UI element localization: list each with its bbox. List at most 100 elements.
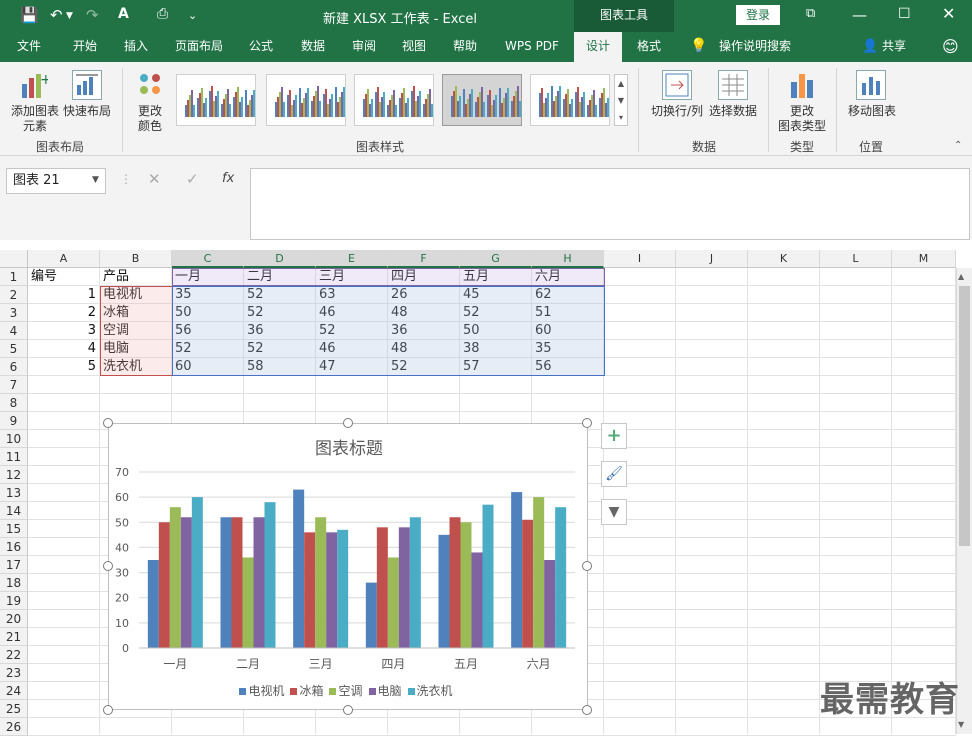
tab-design[interactable]: 设计 (574, 32, 622, 62)
legend-item[interactable]: 洗衣机 (407, 684, 453, 698)
row-header[interactable]: 18 (0, 574, 28, 592)
ribbon-display-icon[interactable]: ⧉ (806, 6, 815, 21)
column-header-h[interactable]: H (532, 250, 604, 268)
styles-scroll-icon[interactable]: ▲ ▼ ▾ (614, 74, 628, 126)
insert-function-icon[interactable]: fx (222, 171, 234, 186)
close-icon[interactable]: ✕ (942, 4, 955, 23)
smiley-icon[interactable]: 😊 (942, 37, 959, 56)
formula-input[interactable] (250, 168, 970, 240)
chart-elements-plus-icon[interactable]: + (601, 423, 627, 449)
legend-item[interactable]: 电脑 (368, 684, 402, 698)
column-header-m[interactable]: M (892, 250, 956, 268)
legend-item[interactable]: 冰箱 (290, 684, 323, 698)
scroll-down-icon[interactable]: ▼ (958, 720, 964, 729)
chart-style-2[interactable] (266, 74, 346, 126)
tab-insert[interactable]: 插入 (112, 32, 160, 62)
undo-icon[interactable]: ↶ (50, 6, 63, 24)
print-preview-icon[interactable]: ⎙ (157, 6, 168, 22)
cell[interactable]: 4 (31, 340, 99, 358)
switch-row-column-button[interactable]: 切换行/列 (648, 104, 706, 119)
row-header[interactable]: 22 (0, 646, 28, 664)
column-header-k[interactable]: K (748, 250, 820, 268)
tell-me-search[interactable]: 操作说明搜索 (710, 32, 800, 62)
row-header[interactable]: 24 (0, 682, 28, 700)
select-data-button[interactable]: 选择数据 (706, 104, 760, 119)
vertical-scrollbar[interactable]: ▲ ▼ (956, 268, 972, 734)
chart-styles-brush-icon[interactable]: 🖌 (601, 461, 627, 487)
tab-formulas[interactable]: 公式 (240, 32, 282, 62)
row-header[interactable]: 19 (0, 592, 28, 610)
add-chart-element-button[interactable]: 添加图表 元素 (4, 104, 66, 134)
tab-data[interactable]: 数据 (290, 32, 336, 62)
row-header[interactable]: 12 (0, 466, 28, 484)
row-header[interactable]: 14 (0, 502, 28, 520)
column-header-e[interactable]: E (316, 250, 388, 268)
row-header[interactable]: 17 (0, 556, 28, 574)
tab-review[interactable]: 审阅 (342, 32, 386, 62)
row-header[interactable]: 11 (0, 448, 28, 466)
row-header[interactable]: 10 (0, 430, 28, 448)
resize-handle[interactable] (103, 418, 113, 428)
collapse-ribbon-icon[interactable]: ⌃ (954, 140, 962, 151)
row-header[interactable]: 16 (0, 538, 28, 556)
quick-layout-button[interactable]: 快速布局 (62, 104, 112, 119)
cell[interactable]: 1 (31, 286, 99, 304)
cell[interactable]: 3 (31, 322, 99, 340)
tab-wps-pdf[interactable]: WPS PDF (498, 32, 566, 62)
cell[interactable]: 2 (31, 304, 99, 322)
tab-help[interactable]: 帮助 (442, 32, 488, 62)
row-header[interactable]: 13 (0, 484, 28, 502)
scroll-up-icon[interactable]: ▲ (958, 272, 964, 281)
resize-handle[interactable] (103, 705, 113, 715)
resize-handle[interactable] (343, 705, 353, 715)
row-header[interactable]: 3 (0, 304, 28, 322)
resize-handle[interactable] (103, 561, 113, 571)
legend-item[interactable]: 电视机 (239, 684, 284, 698)
row-header[interactable]: 1 (0, 268, 28, 286)
chart-style-1[interactable] (176, 74, 256, 126)
chart-style-3[interactable] (354, 74, 434, 126)
cell[interactable]: 编号 (31, 268, 99, 286)
customize-qat-icon[interactable]: ⌄ (188, 9, 197, 22)
column-header-i[interactable]: I (604, 250, 676, 268)
share-button[interactable]: 共享 (876, 32, 912, 62)
row-header[interactable]: 7 (0, 376, 28, 394)
row-header[interactable]: 21 (0, 628, 28, 646)
row-header[interactable]: 5 (0, 340, 28, 358)
row-header[interactable]: 8 (0, 394, 28, 412)
column-header-g[interactable]: G (460, 250, 532, 268)
row-header[interactable]: 2 (0, 286, 28, 304)
tab-page-layout[interactable]: 页面布局 (166, 32, 232, 62)
font-color-icon[interactable]: A (118, 6, 129, 22)
column-header-a[interactable]: A (28, 250, 100, 268)
chart-style-5[interactable] (530, 74, 610, 126)
login-button[interactable]: 登录 (736, 5, 780, 25)
cell[interactable]: 5 (31, 358, 99, 376)
row-header[interactable]: 4 (0, 322, 28, 340)
move-chart-button[interactable]: 移动图表 (844, 104, 900, 119)
change-colors-button[interactable]: 更改 颜色 (130, 104, 170, 134)
chart[interactable]: 图表标题 0 10 20 30 40 50 60 70 一月 二月 三月 四月 五月 六月 电视机 冰箱 空调… (108, 423, 588, 710)
tab-format[interactable]: 格式 (626, 32, 672, 62)
row-header[interactable]: 26 (0, 718, 28, 736)
row-header[interactable]: 6 (0, 358, 28, 376)
chart-style-4[interactable] (442, 74, 522, 126)
tab-home[interactable]: 开始 (60, 32, 110, 62)
scroll-thumb[interactable] (959, 286, 970, 546)
row-header[interactable]: 20 (0, 610, 28, 628)
name-box[interactable]: 图表 21 (6, 168, 106, 194)
minimize-icon[interactable]: — (852, 6, 867, 24)
column-header-b[interactable]: B (100, 250, 172, 268)
column-header-j[interactable]: J (676, 250, 748, 268)
legend-item[interactable]: 空调 (329, 684, 363, 698)
resize-handle[interactable] (582, 705, 592, 715)
select-all-corner[interactable] (0, 250, 28, 268)
column-header-l[interactable]: L (820, 250, 892, 268)
column-header-f[interactable]: F (388, 250, 460, 268)
undo-dropdown-icon[interactable]: ▼ (66, 11, 73, 21)
row-header[interactable]: 9 (0, 412, 28, 430)
cell[interactable]: 产品 (103, 268, 171, 286)
column-header-d[interactable]: D (244, 250, 316, 268)
resize-handle[interactable] (343, 418, 353, 428)
name-box-dropdown-icon[interactable]: ▼ (92, 175, 99, 185)
